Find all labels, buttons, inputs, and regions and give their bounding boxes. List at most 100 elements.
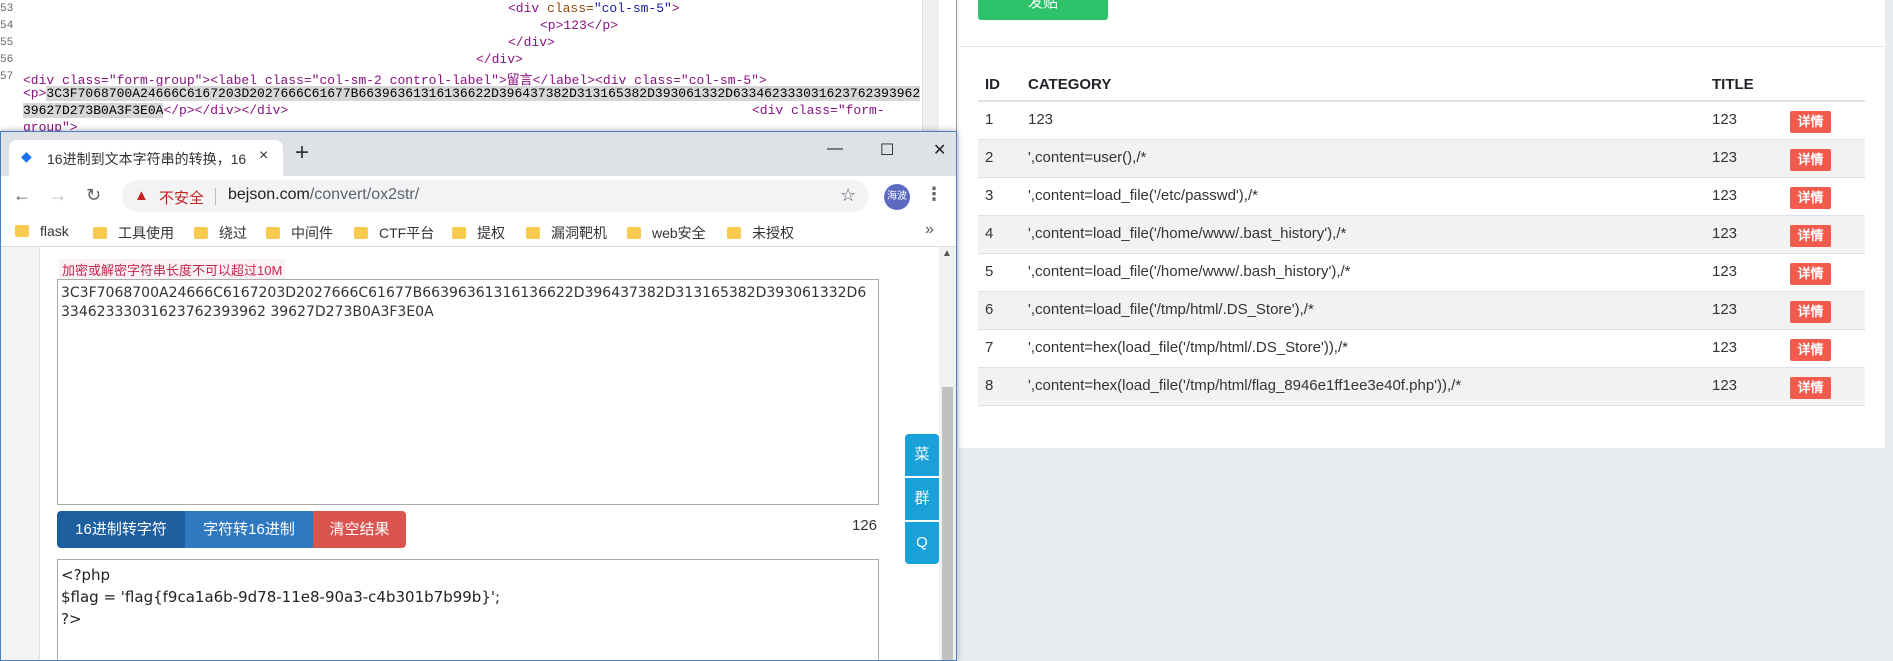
folder-icon bbox=[194, 227, 208, 239]
detail-button[interactable]: 详情 bbox=[1790, 149, 1831, 171]
bookmark-privesc[interactable]: 提权 bbox=[452, 223, 505, 243]
new-tab-button[interactable]: + bbox=[295, 141, 309, 165]
detail-button[interactable]: 详情 bbox=[1790, 339, 1831, 361]
address-bar[interactable]: ▲ 不安全 bejson.com/convert/ox2str/ ☆ bbox=[122, 180, 869, 212]
clear-result-button[interactable]: 清空结果 bbox=[313, 511, 406, 548]
table-header: ID CATEGORY TITLE bbox=[978, 68, 1865, 102]
header-category: CATEGORY bbox=[1028, 76, 1112, 93]
code-icon: ◆ bbox=[21, 148, 32, 164]
folder-icon bbox=[266, 227, 280, 239]
row-title: 123 bbox=[1712, 339, 1738, 356]
source-line: </div> bbox=[508, 35, 555, 50]
bookmark-star-icon[interactable]: ☆ bbox=[840, 185, 856, 206]
minimize-button[interactable]: — bbox=[827, 140, 843, 158]
bookmark-vulnlab[interactable]: 漏洞靶机 bbox=[526, 223, 607, 243]
row-id: 4 bbox=[985, 225, 994, 242]
source-line: <p>3C3F7068700A24666C6167203D2027666C616… bbox=[23, 86, 921, 101]
reload-button[interactable]: ↻ bbox=[86, 185, 101, 206]
hex-input[interactable]: 3C3F7068700A24666C6167203D2027666C61677B… bbox=[57, 279, 879, 505]
warning-icon: ▲ bbox=[134, 187, 149, 204]
hex-to-string-button[interactable]: 16进制转字符 bbox=[57, 511, 185, 548]
float-qq-button[interactable]: Q bbox=[905, 522, 939, 564]
bookmark-ctf[interactable]: CTF平台 bbox=[354, 223, 434, 243]
detail-button[interactable]: 详情 bbox=[1790, 263, 1831, 285]
converter-page: 加密或解密字符串长度不可以超过10M 3C3F7068700A24666C616… bbox=[1, 247, 956, 660]
source-line: <p>123</p> bbox=[540, 18, 619, 33]
row-id: 3 bbox=[985, 187, 994, 204]
string-to-hex-button[interactable]: 字符转16进制 bbox=[185, 511, 313, 548]
line-number: 55 bbox=[0, 37, 14, 49]
row-title: 123 bbox=[1712, 301, 1738, 318]
row-id: 5 bbox=[985, 263, 994, 280]
line-number: 57 bbox=[0, 71, 14, 83]
bookmark-flask[interactable]: flask bbox=[15, 223, 69, 239]
table-row: 6 ',content=load_file('/tmp/html/.DS_Sto… bbox=[978, 292, 1865, 330]
row-id: 1 bbox=[985, 111, 994, 128]
back-button[interactable]: ← bbox=[13, 185, 31, 206]
desktop: 发贴 ID CATEGORY TITLE 1 123 123 详情 2 ',co… bbox=[0, 0, 1893, 661]
page-margin bbox=[1, 247, 40, 660]
table-row: 5 ',content=load_file('/home/www/.bash_h… bbox=[978, 254, 1865, 292]
selected-hex: 3C3F7068700A24666C6167203D2027666C61677B… bbox=[46, 86, 921, 101]
browser-tab[interactable]: ◆ 16进制到文本字符串的转换，16 × bbox=[9, 140, 283, 176]
table-row: 1 123 123 详情 bbox=[978, 102, 1865, 140]
folder-icon bbox=[627, 227, 641, 239]
scroll-up-icon[interactable]: ▲ bbox=[942, 248, 952, 259]
forum-page: 发贴 ID CATEGORY TITLE 1 123 123 详情 2 ',co… bbox=[959, 0, 1885, 448]
source-line: <div class="col-sm-5"> bbox=[508, 1, 680, 16]
header-id: ID bbox=[985, 76, 1000, 93]
scrollbar-thumb[interactable] bbox=[942, 387, 953, 660]
detail-button[interactable]: 详情 bbox=[1790, 225, 1831, 247]
menu-icon[interactable]: ⋮ bbox=[925, 184, 943, 205]
header-title: TITLE bbox=[1712, 76, 1754, 93]
row-title: 123 bbox=[1712, 149, 1738, 166]
divider bbox=[959, 46, 1885, 47]
folder-icon bbox=[727, 227, 741, 239]
title-bar: ◆ 16进制到文本字符串的转换，16 × + — ☐ ✕ bbox=[1, 132, 956, 176]
detail-button[interactable]: 详情 bbox=[1790, 377, 1831, 399]
folder-icon bbox=[452, 227, 466, 239]
char-count: 126 bbox=[852, 517, 878, 534]
table-row: 3 ',content=load_file('/etc/passwd'),/* … bbox=[978, 178, 1865, 216]
row-title: 123 bbox=[1712, 377, 1738, 394]
bookmark-websec[interactable]: web安全 bbox=[627, 223, 706, 243]
source-line: </div> bbox=[476, 52, 523, 67]
close-window-button[interactable]: ✕ bbox=[933, 140, 946, 160]
row-id: 7 bbox=[985, 339, 994, 356]
post-button[interactable]: 发贴 bbox=[978, 0, 1108, 20]
row-title: 123 bbox=[1712, 111, 1738, 128]
line-number: 54 bbox=[0, 20, 14, 32]
page-scrollbar[interactable]: ▲ bbox=[939, 247, 956, 660]
result-output[interactable]: <?php $flag = 'flag{f9ca1a6b-9d78-11e8-9… bbox=[57, 559, 879, 660]
folder-icon bbox=[526, 227, 540, 239]
line-number: 56 bbox=[0, 54, 14, 66]
url-text: bejson.com/convert/ox2str/ bbox=[228, 186, 420, 203]
close-tab-icon[interactable]: × bbox=[259, 147, 268, 165]
row-category: ',content=load_file('/etc/passwd'),/* bbox=[1028, 187, 1258, 204]
row-category: ',content=load_file('/tmp/html/.DS_Store… bbox=[1028, 301, 1314, 318]
profile-avatar[interactable]: 海波 bbox=[884, 184, 910, 210]
bookmark-tools[interactable]: 工具使用 bbox=[93, 223, 174, 243]
folder-icon bbox=[354, 227, 368, 239]
row-title: 123 bbox=[1712, 225, 1738, 242]
row-id: 8 bbox=[985, 377, 994, 394]
source-view: 53 54 55 56 57 <div class="col-sm-5"> <p… bbox=[0, 0, 957, 135]
folder-icon bbox=[93, 227, 107, 239]
divider bbox=[215, 188, 216, 205]
forward-button[interactable]: → bbox=[49, 185, 67, 206]
tab-title: 16进制到文本字符串的转换，16 bbox=[47, 151, 247, 167]
float-group-button[interactable]: 群 bbox=[905, 478, 939, 520]
bookmarks-more-button[interactable]: » bbox=[925, 221, 934, 239]
bookmark-unauth[interactable]: 未授权 bbox=[727, 223, 794, 243]
bookmark-bypass[interactable]: 绕过 bbox=[194, 223, 247, 243]
maximize-button[interactable]: ☐ bbox=[880, 140, 894, 160]
scrollbar[interactable] bbox=[922, 0, 939, 135]
detail-button[interactable]: 详情 bbox=[1790, 187, 1831, 209]
posts-table: ID CATEGORY TITLE 1 123 123 详情 2 ',conte… bbox=[978, 68, 1865, 406]
folder-icon bbox=[15, 225, 29, 237]
bookmark-middleware[interactable]: 中间件 bbox=[266, 223, 333, 243]
float-menu-button[interactable]: 菜 bbox=[905, 434, 939, 476]
browser-toolbar: ← → ↻ ▲ 不安全 bejson.com/convert/ox2str/ ☆… bbox=[1, 176, 956, 216]
detail-button[interactable]: 详情 bbox=[1790, 301, 1831, 323]
detail-button[interactable]: 详情 bbox=[1790, 111, 1831, 133]
